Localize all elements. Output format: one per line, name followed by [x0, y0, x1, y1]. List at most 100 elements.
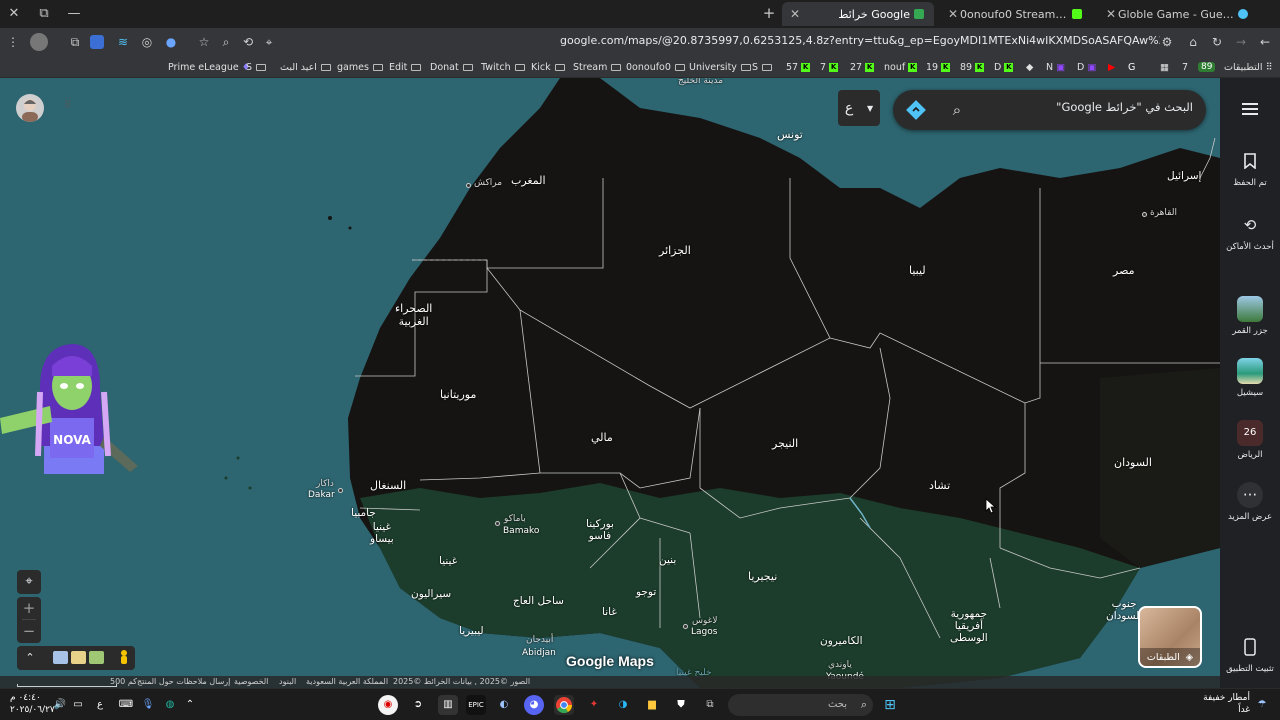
- city-label-lagos[interactable]: Lagos: [691, 627, 717, 637]
- zoom-out-button[interactable]: −: [17, 620, 41, 642]
- chrome-icon[interactable]: [554, 695, 574, 715]
- game-extension-icon[interactable]: ◎: [138, 33, 156, 51]
- map-label-tunisia[interactable]: تونس: [777, 128, 803, 141]
- city-label-bamako[interactable]: Bamako: [503, 526, 539, 536]
- close-tab-icon[interactable]: ✕: [946, 7, 960, 21]
- city-label-medina[interactable]: مدينة الخليج: [678, 78, 723, 86]
- city-label-yaounde-ar[interactable]: ياوندي: [828, 660, 852, 670]
- city-marker[interactable]: [338, 488, 343, 493]
- search-input[interactable]: [973, 100, 1193, 114]
- map-label-niger[interactable]: النيجر: [772, 437, 798, 450]
- city-label-lagos-ar[interactable]: لاغوس: [692, 616, 717, 626]
- bookmark-item[interactable]: D ▣: [1077, 60, 1096, 74]
- app-icon[interactable]: ✦: [584, 695, 604, 715]
- map-label-liberia[interactable]: ليبيريا: [459, 625, 484, 637]
- volume-icon[interactable]: 🔊: [50, 695, 70, 715]
- restore-window-icon[interactable]: ⧉: [34, 4, 54, 24]
- pegman-icon[interactable]: [117, 649, 131, 667]
- my-location-button[interactable]: ⌖: [17, 570, 41, 594]
- task-view-icon[interactable]: ⧉: [700, 695, 720, 715]
- close-tab-icon[interactable]: ✕: [1104, 7, 1118, 21]
- bookmark-item[interactable]: DK: [994, 60, 1014, 74]
- bookmark-item[interactable]: N ▣: [1046, 60, 1065, 74]
- layer-thumb-satellite[interactable]: [89, 651, 104, 664]
- privacy-link[interactable]: الخصوصية: [234, 677, 268, 686]
- map-label-cameroon[interactable]: الكاميرون: [820, 635, 862, 647]
- cast-icon[interactable]: ⟲: [239, 33, 257, 51]
- city-marker[interactable]: [683, 624, 688, 629]
- region-link[interactable]: المملكة العربية السعودية: [306, 677, 388, 686]
- apps-bookmark[interactable]: التطبيقات ⠿: [1224, 60, 1273, 74]
- avatar[interactable]: [16, 94, 44, 122]
- network-icon[interactable]: ▭: [68, 695, 88, 715]
- location-icon[interactable]: ⌖: [260, 33, 278, 51]
- language-indicator[interactable]: ع: [90, 695, 110, 715]
- bookmark-item[interactable]: ◆: [1026, 60, 1033, 74]
- map-label-israel[interactable]: إسرائيل: [1167, 170, 1201, 182]
- map-label-morocco[interactable]: المغرب: [511, 174, 546, 187]
- profile-avatar-icon[interactable]: [30, 33, 48, 51]
- city-marker[interactable]: [1142, 212, 1147, 217]
- map-label-mali[interactable]: مالي: [591, 431, 613, 444]
- terms-link[interactable]: البنود: [279, 677, 296, 686]
- map-label-libya[interactable]: ليبيا: [909, 264, 926, 277]
- expand-up-icon[interactable]: ⌃: [21, 649, 39, 667]
- search-box[interactable]: ⌕: [893, 90, 1206, 130]
- apps-grid-icon[interactable]: ▦: [1160, 60, 1169, 74]
- city-marker[interactable]: [466, 183, 471, 188]
- city-label-dakar[interactable]: Dakar: [308, 490, 335, 500]
- map-label-south-sudan[interactable]: جنوب السودان: [1106, 598, 1142, 622]
- forward-icon[interactable]: →: [1232, 33, 1250, 51]
- keyboard-icon[interactable]: ⌨: [116, 695, 136, 715]
- city-label-cairo[interactable]: القاهرة: [1150, 208, 1177, 218]
- more-menu-icon[interactable]: ⋮: [4, 33, 22, 51]
- close-tab-icon[interactable]: ✕: [788, 7, 802, 21]
- store-icon[interactable]: ⛊: [671, 695, 691, 715]
- map-label-egypt[interactable]: مصر: [1113, 264, 1135, 277]
- tab-kick-stream[interactable]: ✕ 0onoufo0 Stream - Watch Live: [940, 2, 1092, 26]
- map-label-sierra-leone[interactable]: سيراليون: [411, 588, 451, 600]
- weather-widget[interactable]: أمطار خفيفة غداً: [1190, 692, 1250, 716]
- tab-google-maps[interactable]: ✕ خرائط Google: [782, 2, 934, 26]
- bookmark-item[interactable]: 89 K: [960, 60, 985, 74]
- discord-icon[interactable]: ◕: [524, 695, 544, 715]
- recent-place-comoros[interactable]: جزر القمر: [1220, 296, 1280, 336]
- map-label-gambia[interactable]: جامبيا: [351, 507, 376, 519]
- edge-icon[interactable]: ◑: [613, 695, 633, 715]
- bookmark-item[interactable]: Prime eLeague ♦: [168, 60, 250, 74]
- city-label-abidjan-ar[interactable]: أبيدجان: [526, 635, 553, 645]
- city-label-bamako-ar[interactable]: باماكو: [504, 514, 526, 524]
- directions-icon[interactable]: [905, 99, 927, 121]
- map-label-senegal[interactable]: السنغال: [370, 479, 406, 492]
- wifi-extension-icon[interactable]: ≋: [114, 33, 132, 51]
- file-explorer-icon[interactable]: ▆: [642, 695, 662, 715]
- minimize-window-icon[interactable]: —: [64, 4, 84, 24]
- bookmark-item[interactable]: 0onoufo0: [626, 60, 685, 74]
- city-marker[interactable]: [495, 521, 500, 526]
- map-label-western-sahara[interactable]: الصحراء الغربية: [395, 302, 432, 328]
- map-label-sudan[interactable]: السودان: [1114, 456, 1152, 469]
- sidebar-item-recent[interactable]: ⟲ أحدث الأماكن: [1220, 212, 1280, 252]
- feedback-link[interactable]: إرسال ملاحظات حول المنتج: [137, 677, 230, 686]
- bookmark-item[interactable]: ▶: [1108, 60, 1115, 74]
- search-icon[interactable]: ⌕: [947, 100, 967, 120]
- map-label-guinea-bissau[interactable]: غينيا بيساو: [370, 521, 394, 545]
- grid-icon[interactable]: ⠿: [64, 100, 78, 114]
- extension-icon[interactable]: [90, 35, 104, 49]
- language-toggle[interactable]: ع ▼: [838, 90, 880, 126]
- home-icon[interactable]: ⌂: [1184, 33, 1202, 51]
- bookmark-item[interactable]: 57 K: [786, 60, 811, 74]
- layer-thumb-terrain[interactable]: [71, 651, 86, 664]
- map-label-guinea[interactable]: غينيا: [439, 555, 457, 567]
- zoom-in-button[interactable]: +: [17, 597, 41, 619]
- bookmark-item[interactable]: games: [337, 60, 383, 74]
- zoom-icon[interactable]: ⌕: [217, 33, 235, 51]
- close-window-icon[interactable]: ✕: [4, 4, 24, 24]
- reload-icon[interactable]: ↻: [1208, 33, 1226, 51]
- city-label-dakar-ar[interactable]: داكار: [316, 479, 334, 489]
- back-icon[interactable]: ←: [1256, 33, 1274, 51]
- map-label-benin[interactable]: بنين: [659, 554, 676, 566]
- app-icon[interactable]: ➲: [408, 695, 428, 715]
- sidebar-item-saved[interactable]: تم الحفظ: [1220, 148, 1280, 188]
- start-windows-icon[interactable]: ⊞: [880, 695, 900, 715]
